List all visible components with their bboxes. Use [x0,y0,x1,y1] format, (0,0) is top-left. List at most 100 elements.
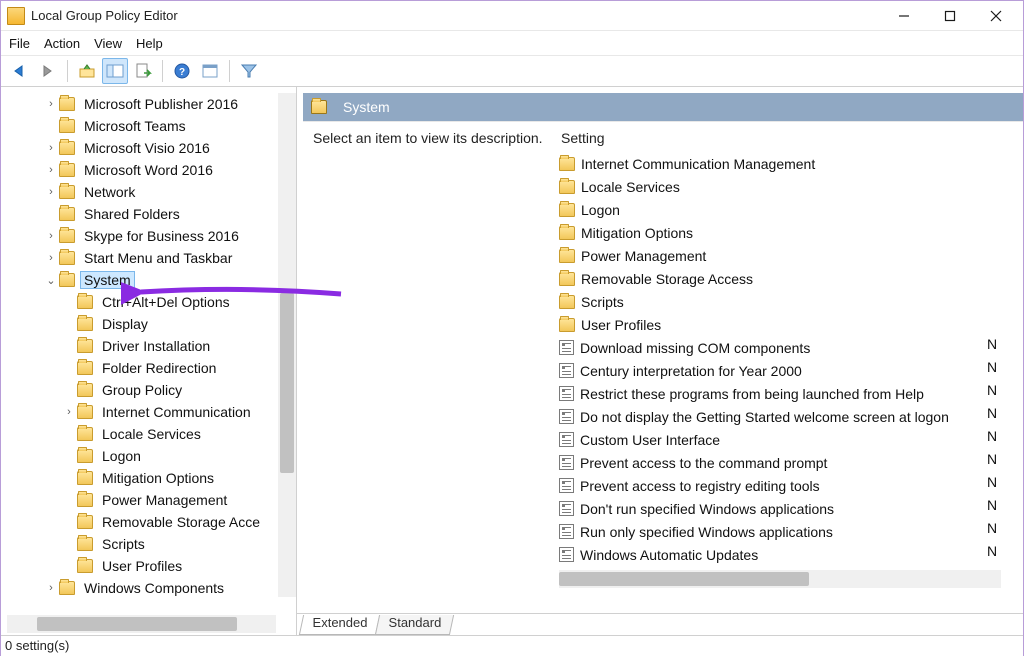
chevron-right-icon[interactable]: › [43,230,59,242]
list-item[interactable]: Windows Automatic Updates [559,543,1023,566]
tab-standard[interactable]: Standard [375,615,454,635]
tree-item[interactable]: ›Folder Redirection [5,357,296,379]
tree-item-label: Internet Communication [99,404,254,420]
close-button[interactable] [973,1,1019,31]
properties-button[interactable] [197,58,223,84]
tree-item[interactable]: ›Microsoft Word 2016 [5,159,296,181]
tree-item[interactable]: › Internet Communication [5,401,296,423]
chevron-right-icon[interactable]: › [61,494,77,506]
folder-icon [77,427,93,441]
filter-button[interactable] [236,58,262,84]
menu-file[interactable]: File [9,36,30,51]
folder-icon [77,449,93,463]
chevron-right-icon[interactable]: › [43,164,59,176]
list-item[interactable]: Do not display the Getting Started welco… [559,405,1023,428]
tree-item[interactable]: ›Ctrl+Alt+Del Options [5,291,296,313]
tree-item[interactable]: › Display [5,313,296,335]
tree-item[interactable]: ›Skype for Business 2016 [5,225,296,247]
chevron-right-icon[interactable]: › [61,560,77,572]
chevron-right-icon[interactable]: › [43,208,59,220]
chevron-right-icon[interactable]: › [61,318,77,330]
details-pane: System Select an item to view its descri… [297,87,1023,635]
tree-item[interactable]: ›Driver Installation [5,335,296,357]
chevron-right-icon[interactable]: › [61,538,77,550]
minimize-button[interactable] [881,1,927,31]
tree-item[interactable]: ›Microsoft Publisher 2016 [5,93,296,115]
tree-hscrollbar[interactable] [7,615,276,633]
list-item[interactable]: Restrict these programs from being launc… [559,382,1023,405]
chevron-right-icon[interactable]: › [61,384,77,396]
tree-item[interactable]: ›Microsoft Teams [5,115,296,137]
chevron-right-icon[interactable]: › [43,252,59,264]
tree-item[interactable]: ›Start Menu and Taskbar [5,247,296,269]
tree-item-label: Display [99,316,151,332]
list-item[interactable]: Logon [559,198,1023,221]
chevron-right-icon[interactable]: › [61,362,77,374]
chevron-right-icon[interactable]: › [61,472,77,484]
tree-item[interactable]: ›Group Policy [5,379,296,401]
chevron-right-icon[interactable]: › [61,406,77,418]
list-item-label: Don't run specified Windows applications [580,501,834,517]
list-item[interactable]: Prevent access to the command prompt [559,451,1023,474]
chevron-right-icon[interactable]: › [43,186,59,198]
tree-item[interactable]: ›Logon [5,445,296,467]
tree-item[interactable]: ›Locale Services [5,423,296,445]
chevron-right-icon[interactable]: › [61,450,77,462]
column-header-setting[interactable]: Setting [559,126,1023,152]
list-item[interactable]: Power Management [559,244,1023,267]
settings-list[interactable]: Setting Internet Communication Managemen… [553,122,1023,613]
list-item[interactable]: Century interpretation for Year 2000 [559,359,1023,382]
list-item[interactable]: Download missing COM components [559,336,1023,359]
tree[interactable]: ›Microsoft Publisher 2016›Microsoft Team… [1,93,296,615]
svg-text:?: ? [179,67,185,78]
folder-icon [59,207,75,221]
list-item[interactable]: Run only specified Windows applications [559,520,1023,543]
up-button[interactable] [74,58,100,84]
tree-item[interactable]: ⌄System [5,269,296,291]
list-item[interactable]: Locale Services [559,175,1023,198]
chevron-right-icon[interactable]: › [43,142,59,154]
maximize-button[interactable] [927,1,973,31]
back-button[interactable] [7,58,33,84]
list-item[interactable]: Scripts [559,290,1023,313]
list-item[interactable]: Removable Storage Access [559,267,1023,290]
tree-item[interactable]: ›Shared Folders [5,203,296,225]
list-item-label: Prevent access to registry editing tools [580,478,820,494]
tree-item[interactable]: ›Power Management [5,489,296,511]
tree-vscrollbar[interactable] [278,93,296,597]
menu-action[interactable]: Action [44,36,80,51]
chevron-down-icon[interactable]: ⌄ [43,274,59,287]
list-hscrollbar[interactable] [559,570,1001,588]
folder-icon [59,273,75,287]
list-item[interactable]: Custom User Interface [559,428,1023,451]
tree-item[interactable]: ›Scripts [5,533,296,555]
list-item[interactable]: Prevent access to registry editing tools [559,474,1023,497]
chevron-right-icon[interactable]: › [43,98,59,110]
show-hide-tree-button[interactable] [102,58,128,84]
tree-item[interactable]: ›Network [5,181,296,203]
tree-item[interactable]: ›Microsoft Visio 2016 [5,137,296,159]
menu-view[interactable]: View [94,36,122,51]
chevron-right-icon[interactable]: › [61,340,77,352]
list-item[interactable]: Internet Communication Management [559,152,1023,175]
menu-help[interactable]: Help [136,36,163,51]
chevron-right-icon[interactable]: › [61,516,77,528]
chevron-right-icon[interactable]: › [61,296,77,308]
list-item[interactable]: Don't run specified Windows applications [559,497,1023,520]
tree-item[interactable]: ›Mitigation Options [5,467,296,489]
chevron-right-icon[interactable]: › [43,582,59,594]
folder-icon [59,581,75,595]
list-item-label: Scripts [581,294,624,310]
chevron-right-icon[interactable]: › [43,120,59,132]
tree-item[interactable]: ›Windows Components [5,577,296,599]
export-button[interactable] [130,58,156,84]
folder-icon [59,229,75,243]
tree-item[interactable]: ›User Profiles [5,555,296,577]
tab-extended[interactable]: Extended [299,615,380,635]
list-item[interactable]: User Profiles [559,313,1023,336]
help-button[interactable]: ? [169,58,195,84]
list-item[interactable]: Mitigation Options [559,221,1023,244]
chevron-right-icon[interactable]: › [61,428,77,440]
forward-button[interactable] [35,58,61,84]
tree-item[interactable]: ›Removable Storage Acce [5,511,296,533]
